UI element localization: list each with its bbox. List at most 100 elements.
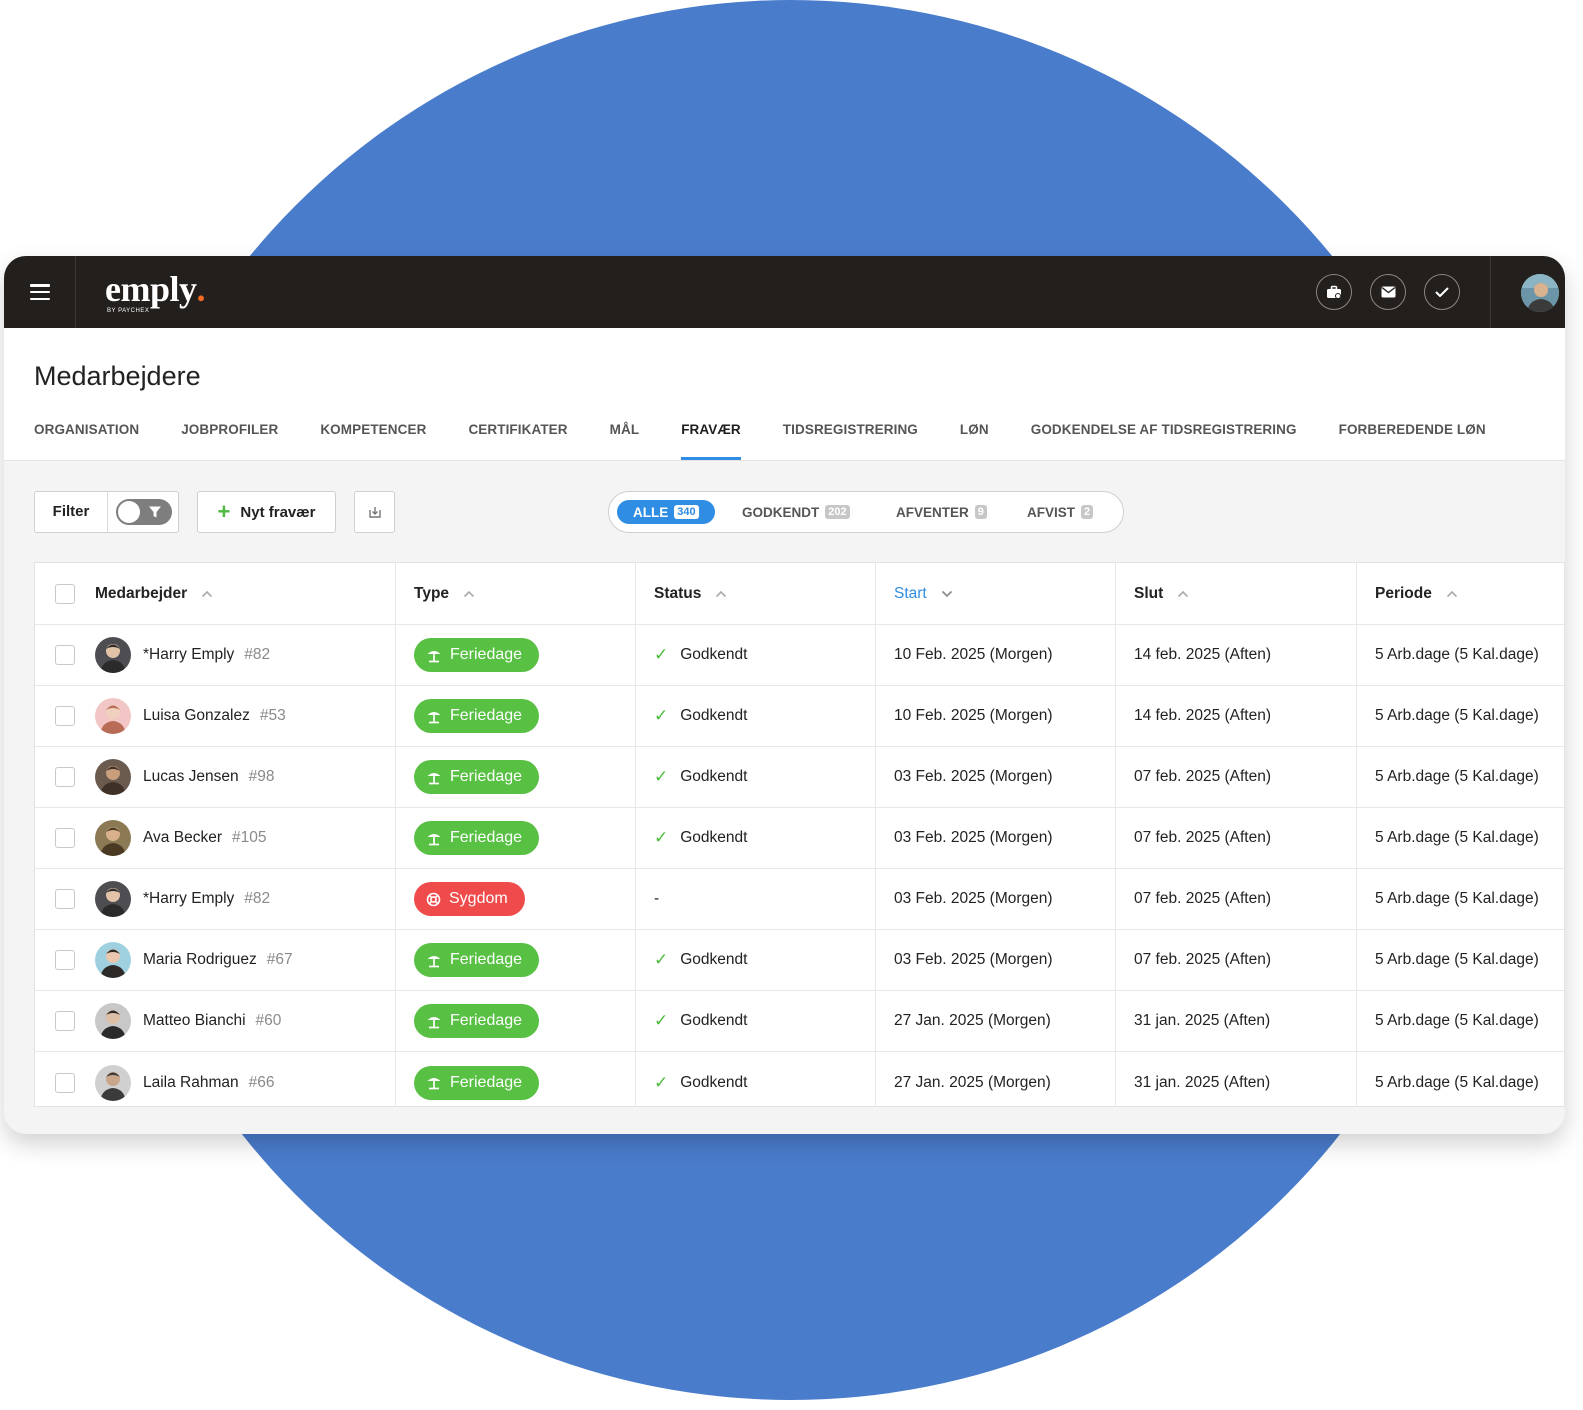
employee-cell[interactable]: Maria Rodriguez #67 — [95, 930, 293, 990]
employee-cell[interactable]: *Harry Emply #82 — [95, 869, 270, 929]
filter-label: Filter — [35, 492, 108, 532]
tab-forberedende-loen[interactable]: FORBEREDENDE LØN — [1339, 422, 1486, 460]
approved-check-icon: ✓ — [654, 1011, 669, 1030]
tab-kompetencer[interactable]: KOMPETENCER — [320, 422, 426, 460]
row-checkbox[interactable] — [55, 889, 75, 909]
employee-id: #82 — [244, 890, 271, 907]
status-filter-alle[interactable]: ALLE 340 — [617, 500, 715, 524]
new-absence-button[interactable]: + Nyt fravær — [197, 491, 336, 533]
export-button[interactable] — [354, 491, 395, 533]
approved-check-icon: ✓ — [654, 950, 669, 969]
vacation-type-badge[interactable]: Feriedage — [414, 1065, 540, 1100]
briefcase-icon — [1327, 285, 1341, 299]
vacation-type-badge[interactable]: Feriedage — [414, 943, 540, 977]
end-cell: 07 feb. 2025 (Aften) — [1134, 930, 1271, 990]
tab-maal[interactable]: MÅL — [610, 422, 640, 460]
filter-toggle[interactable] — [116, 499, 172, 525]
lifebuoy-icon — [426, 892, 441, 906]
vacation-type-badge[interactable]: Feriedage — [414, 760, 540, 794]
sick-type-badge[interactable]: Sygdom — [414, 882, 525, 916]
employee-cell[interactable]: *Harry Emply #82 — [95, 625, 270, 685]
status-cell: ✓ Godkendt — [654, 991, 747, 1051]
funnel-icon — [149, 506, 161, 518]
header-periode[interactable]: Periode — [1375, 563, 1458, 624]
tasks-button[interactable] — [1424, 274, 1460, 310]
vacation-type-badge[interactable]: Feriedage — [414, 1004, 540, 1038]
end-date: 14 feb. 2025 (Aften) — [1134, 646, 1272, 663]
end-date: 07 feb. 2025 (Aften) — [1134, 768, 1272, 785]
table-row[interactable]: Maria Rodriguez #67 Feriedage ✓ Godkendt… — [35, 930, 1564, 991]
header-type[interactable]: Type — [414, 563, 475, 624]
end-date: 07 feb. 2025 (Aften) — [1134, 829, 1272, 846]
header-start[interactable]: Start — [894, 563, 953, 624]
header-slut[interactable]: Slut — [1134, 563, 1189, 624]
table-row[interactable]: Laila Rahman #66 Feriedage ✓ Godkendt 27… — [35, 1052, 1564, 1113]
end-cell: 07 feb. 2025 (Aften) — [1134, 808, 1271, 868]
table-row[interactable]: *Harry Emply #82 Feriedage ✓ Godkendt 10… — [35, 625, 1564, 686]
table-row[interactable]: Luisa Gonzalez #53 Feriedage ✓ Godkendt … — [35, 686, 1564, 747]
mail-button[interactable] — [1370, 274, 1406, 310]
employee-avatar — [95, 1064, 131, 1101]
employee-id: #67 — [266, 951, 293, 968]
vacation-type-badge[interactable]: Feriedage — [414, 699, 540, 733]
row-checkbox[interactable] — [55, 1011, 75, 1031]
tab-godkendelse-tidsregistrering[interactable]: GODKENDELSE AF TIDSREGISTRERING — [1031, 422, 1297, 460]
status-cell: ✓ Godkendt — [654, 1052, 747, 1113]
row-select-cell — [55, 808, 75, 868]
period-cell: 5 Arb.dage (5 Kal.dage) — [1375, 808, 1539, 868]
start-date: 27 Jan. 2025 (Morgen) — [894, 1012, 1051, 1029]
row-checkbox[interactable] — [55, 950, 75, 970]
period-cell: 5 Arb.dage (5 Kal.dage) — [1375, 1052, 1539, 1113]
row-checkbox[interactable] — [55, 1072, 75, 1093]
tab-loen[interactable]: LØN — [960, 422, 989, 460]
tab-certifikater[interactable]: CERTIFIKATER — [468, 422, 567, 460]
start-date: 03 Feb. 2025 (Morgen) — [894, 890, 1053, 907]
tab-tidsregistrering[interactable]: TIDSREGISTRERING — [783, 422, 918, 460]
status-filter-godkendt[interactable]: GODKENDT 202 — [742, 500, 850, 524]
logo[interactable]: emply. BY PAYCHEX — [105, 268, 206, 314]
table-row[interactable]: Lucas Jensen #98 Feriedage ✓ Godkendt 03… — [35, 747, 1564, 808]
briefcase-button[interactable] — [1316, 274, 1352, 310]
row-select-cell — [55, 686, 75, 746]
vacation-type-badge[interactable]: Feriedage — [414, 638, 540, 672]
row-checkbox[interactable] — [55, 645, 75, 665]
row-checkbox[interactable] — [55, 828, 75, 848]
type-cell: Feriedage — [414, 1052, 540, 1113]
employee-cell[interactable]: Luisa Gonzalez #53 — [95, 686, 286, 746]
header-status[interactable]: Status — [654, 563, 727, 624]
user-avatar[interactable] — [1521, 274, 1559, 312]
tab-fravaer[interactable]: FRAVÆR — [681, 422, 741, 460]
status-filter-afvist[interactable]: AFVIST 2 — [1027, 500, 1094, 524]
filter-button[interactable]: Filter — [34, 491, 179, 533]
menu-button[interactable] — [4, 256, 76, 328]
start-cell: 10 Feb. 2025 (Morgen) — [894, 625, 1053, 685]
employee-name: *Harry Emply — [143, 890, 235, 907]
start-cell: 27 Jan. 2025 (Morgen) — [894, 1052, 1051, 1113]
tab-jobprofiler[interactable]: JOBPROFILER — [181, 422, 278, 460]
row-checkbox[interactable] — [55, 767, 75, 787]
header-medarbejder[interactable]: Medarbejder — [95, 563, 213, 624]
employee-id: #53 — [259, 707, 286, 724]
type-label: Feriedage — [450, 768, 523, 785]
table-row[interactable]: *Harry Emply #82 Sygdom - 03 Feb. 2025 (… — [35, 869, 1564, 930]
employee-cell[interactable]: Laila Rahman #66 — [95, 1052, 275, 1113]
employee-avatar — [95, 942, 131, 978]
employee-cell[interactable]: Matteo Bianchi #60 — [95, 991, 281, 1051]
status-filter-afventer[interactable]: AFVENTER 9 — [896, 500, 987, 524]
table-row[interactable]: Ava Becker #105 Feriedage ✓ Godkendt 03 … — [35, 808, 1564, 869]
employee-cell[interactable]: Ava Becker #105 — [95, 808, 266, 868]
beach-umbrella-icon — [427, 955, 441, 967]
tab-organisation[interactable]: ORGANISATION — [34, 422, 139, 460]
status-text: Godkendt — [680, 951, 748, 968]
export-icon — [368, 507, 381, 518]
select-all-checkbox[interactable] — [55, 583, 75, 604]
employee-cell[interactable]: Lucas Jensen #98 — [95, 747, 275, 807]
employee-id: #60 — [255, 1012, 282, 1029]
vacation-type-badge[interactable]: Feriedage — [414, 821, 540, 855]
status-cell: ✓ Godkendt — [654, 625, 747, 685]
period-text: 5 Arb.dage (5 Kal.dage) — [1375, 646, 1539, 663]
row-checkbox[interactable] — [55, 706, 75, 726]
start-date: 10 Feb. 2025 (Morgen) — [894, 707, 1053, 724]
table-header-row: Medarbejder Type Status Start Slut Perio… — [35, 563, 1564, 625]
table-row[interactable]: Matteo Bianchi #60 Feriedage ✓ Godkendt … — [35, 991, 1564, 1052]
